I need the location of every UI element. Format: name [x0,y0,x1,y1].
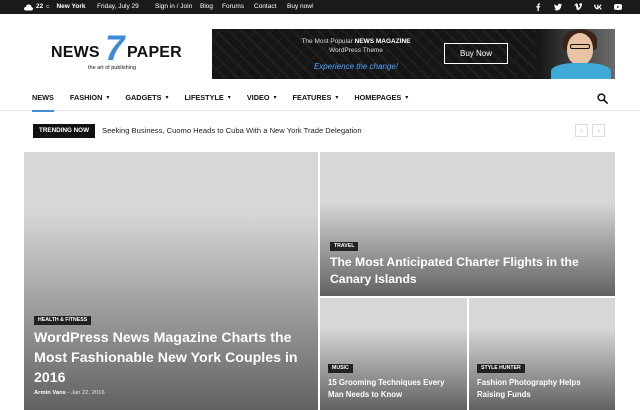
post-title[interactable]: WordPress News Magazine Charts the Most … [34,328,304,388]
weather-widget: 22 C New York [24,0,86,14]
nav-item-label: FASHION [69,93,103,102]
featured-post-travel[interactable]: TRAVEL The Most Anticipated Charter Flig… [320,152,615,296]
nav-item-label: GADGETS [125,93,162,102]
nav-item-video[interactable]: VIDEO ▾ [239,86,285,111]
post-date: Jan 22, 2016 [71,390,105,396]
banner-model-photo [537,29,615,79]
current-date: Friday, July 29 [97,3,139,10]
forums-link[interactable]: Forums [222,0,244,14]
main-nav: NEWS FASHION ▾ GADGETS ▾ LIFESTYLE ▾ VIDEO ▾… [0,86,640,112]
logo-paper: PAPER [127,44,182,61]
nav-item-label: VIDEO [246,93,270,102]
chevron-down-icon: ▾ [273,95,277,101]
chevron-down-icon: ▾ [405,95,409,101]
nav-item-features[interactable]: FEATURES ▾ [285,86,347,111]
social-icons [534,0,622,14]
trending-next-button[interactable]: › [592,124,605,137]
post-title[interactable]: The Most Anticipated Charter Flights in … [330,254,590,288]
nav-item-label: LIFESTYLE [184,93,224,102]
logo-tagline: the art of publishing [88,65,137,71]
logo-news: NEWS [51,44,100,61]
sign-in-link[interactable]: Sign in / Join [155,0,192,14]
search-icon[interactable] [597,93,608,104]
contact-link[interactable]: Contact [254,0,276,14]
facebook-icon[interactable] [534,3,542,11]
featured-post-style[interactable]: STYLE HUNTER Fashion Photography Helps R… [469,298,615,410]
blog-link[interactable]: Blog [200,0,213,14]
banner-line-1: The Most Popular NEWS MAGAZINE [276,38,436,45]
weather-city: New York [56,3,86,10]
cloud-icon [24,4,33,10]
youtube-icon[interactable] [614,3,622,11]
banner-line-2: WordPress Theme [329,47,383,54]
nav-item-news[interactable]: NEWS [24,86,62,112]
vk-icon[interactable] [594,3,602,11]
twitter-icon[interactable] [554,3,562,11]
featured-post-main[interactable]: HEALTH & FITNESS WordPress News Magazine… [24,152,318,410]
site-logo[interactable]: NEWS 7 PAPER the art of publishing [51,29,185,77]
temperature: 22 [36,3,44,10]
trending-headline[interactable]: Seeking Business, Cuomo Heads to Cuba Wi… [102,124,362,138]
category-badge[interactable]: HEALTH & FITNESS [34,316,92,325]
post-author[interactable]: Armin Vans [34,390,66,396]
header-ad-banner[interactable]: The Most Popular NEWS MAGAZINE WordPress… [212,29,615,79]
nav-item-label: FEATURES [292,93,332,102]
banner-slogan: Experience the change! [313,62,399,71]
trending-label: TRENDING NOW [33,124,96,138]
logo-seven: 7 [105,29,125,68]
post-meta: Armin Vans - Jan 22, 2016 [34,390,105,396]
nav-item-gadgets[interactable]: GADGETS ▾ [117,86,176,111]
top-bar: 22 C New York Friday, July 29 Sign in / J… [0,0,640,14]
post-title[interactable]: Fashion Photography Helps Raising Funds [477,377,609,401]
buy-now-link[interactable]: Buy now! [287,0,314,14]
chevron-down-icon: ▾ [227,95,231,101]
chevron-down-icon: ▾ [335,95,339,101]
nav-item-label: HOMEPAGES [354,93,402,102]
nav-item-label: NEWS [32,93,54,102]
category-badge[interactable]: TRAVEL [330,242,359,251]
main-menu: NEWS FASHION ▾ GADGETS ▾ LIFESTYLE ▾ VIDEO ▾… [24,86,416,112]
banner-line-1-prefix: The Most Popular [301,38,355,45]
temperature-unit: C [46,4,50,9]
category-badge[interactable]: STYLE HUNTER [477,364,525,373]
trending-prev-button[interactable]: ‹ [575,124,588,137]
nav-item-homepages[interactable]: HOMEPAGES ▾ [346,86,416,111]
category-badge[interactable]: MUSIC [328,364,353,373]
chevron-down-icon: ▾ [165,95,169,101]
banner-buy-now-button[interactable]: Buy Now [444,43,508,64]
nav-item-fashion[interactable]: FASHION ▾ [62,86,117,111]
nav-item-lifestyle[interactable]: LIFESTYLE ▾ [176,86,238,111]
post-title[interactable]: 15 Grooming Techniques Every Man Needs t… [328,377,462,401]
featured-post-music[interactable]: MUSIC 15 Grooming Techniques Every Man N… [320,298,467,410]
chevron-down-icon: ▾ [106,95,110,101]
banner-line-1-bold: NEWS MAGAZINE [354,38,411,45]
vimeo-icon[interactable] [574,3,582,11]
